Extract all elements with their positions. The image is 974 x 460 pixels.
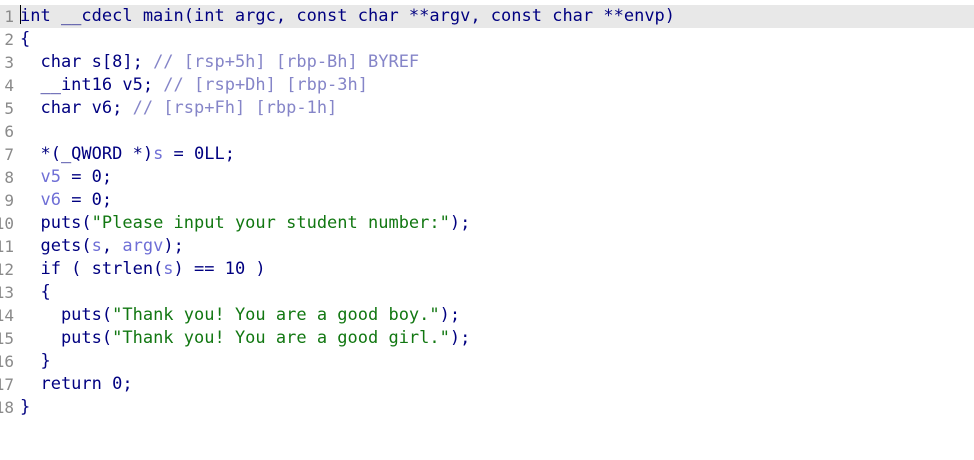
line-number: 15 [0,329,14,348]
code-token-var: v6 [40,190,61,210]
code-token-kw: puts( [20,305,113,325]
code-token-var: v5 [40,167,61,187]
code-text: if ( strlen(s) == 10 ) [20,258,266,281]
code-token-str: "Thank you! You are a good girl." [112,328,450,348]
line-number: 8 [4,168,14,187]
code-line[interactable]: 3 char s[8]; // [rsp+5h] [rbp-Bh] BYREF [0,51,974,74]
code-token-kw: ) == 10 ) [173,259,266,279]
line-number: 14 [0,306,14,325]
code-token-kw: puts( [20,328,113,348]
line-number: 5 [4,99,14,118]
code-text: { [20,281,51,304]
code-token-kw: puts( [20,213,92,233]
code-token-str: "Please input your student number:" [91,213,450,233]
code-token-kw: __int16 v5; [20,75,164,95]
code-text: { [20,28,30,51]
code-token-cm: // [rsp+5h] [rbp-Bh] BYREF [153,52,420,72]
code-token-kw: = 0LL; [163,144,235,164]
code-token-str: "Thank you! You are a good boy." [112,305,440,325]
code-token-var: s [153,144,164,164]
code-text: } [20,396,30,419]
code-token-kw: } [20,397,31,417]
code-line[interactable]: 4 __int16 v5; // [rsp+Dh] [rbp-3h] [0,74,974,97]
code-line[interactable]: 10 puts("Please input your student numbe… [0,212,974,235]
code-token-kw [20,167,40,187]
line-number: 11 [0,237,14,256]
code-line[interactable]: 15 puts("Thank you! You are a good girl.… [0,327,974,350]
pseudocode-editor[interactable]: 1 int __cdecl main(int argc, const char *… [0,0,974,460]
code-text: puts("Please input your student number:"… [20,212,470,235]
code-token-kw: if ( strlen( [20,259,164,279]
code-token-kw: return 0; [20,374,133,394]
code-line[interactable]: 5 char v6; // [rsp+Fh] [rbp-1h] [0,97,974,120]
code-token-kw: ); [449,328,471,348]
line-number: 13 [0,283,14,302]
code-text: v6 = 0; [20,189,112,212]
code-token-kw: gets( [20,236,92,256]
code-token-kw: *(_QWORD *) [20,144,154,164]
code-line[interactable]: 12 if ( strlen(s) == 10 ) [0,258,974,281]
code-token-kw: { [20,29,31,49]
code-text: puts("Thank you! You are a good boy."); [20,304,460,327]
line-number: 16 [0,352,14,371]
code-line[interactable]: 9 v6 = 0; [0,189,974,212]
code-line[interactable]: 18} [0,396,974,419]
line-number: 2 [4,30,14,49]
code-token-kw: = 0; [60,167,113,187]
code-token-kw: ); [449,213,471,233]
code-text: return 0; [20,373,133,396]
code-line[interactable]: 7 *(_QWORD *)s = 0LL; [0,143,974,166]
code-token-var: argv [122,236,164,256]
line-number: 3 [4,53,14,72]
code-line[interactable]: 13 { [0,281,974,304]
line-number: 17 [0,375,14,394]
code-text: v5 = 0; [20,166,112,189]
code-text: char v6; // [rsp+Fh] [rbp-1h] [20,97,337,120]
code-token-cm: // [rsp+Dh] [rbp-3h] [163,75,368,95]
code-line[interactable]: 14 puts("Thank you! You are a good boy."… [0,304,974,327]
code-text: char s[8]; // [rsp+5h] [rbp-Bh] BYREF [20,51,419,74]
line-number: 10 [0,214,14,233]
code-text: gets(s, argv); [20,235,184,258]
code-token-kw: ); [163,236,184,256]
code-token-var: s [91,236,102,256]
code-text: } [20,350,51,373]
code-token-kw: char s[8]; [20,52,154,72]
code-line[interactable]: 16 } [0,350,974,373]
code-token-kw: , [101,236,123,256]
code-line[interactable]: 17 return 0; [0,373,974,396]
code-token-cm: // [rsp+Fh] [rbp-1h] [132,98,338,118]
line-number: 9 [4,191,14,210]
code-line[interactable]: 2{ [0,28,974,51]
line-number: 12 [0,260,14,279]
code-text: puts("Thank you! You are a good girl."); [20,327,470,350]
line-number: 6 [4,122,14,141]
line-number: 7 [4,145,14,164]
code-token-kw: = 0; [60,190,113,210]
code-line[interactable]: 1 int __cdecl main(int argc, const char *… [0,5,974,28]
line-number: 4 [4,76,14,95]
code-line[interactable]: 11 gets(s, argv); [0,235,974,258]
code-token-kw: } [20,351,51,371]
code-token-kw: char v6; [20,98,133,118]
code-line[interactable]: 8 v5 = 0; [0,166,974,189]
code-token-kw [20,190,40,210]
line-number: 18 [0,398,14,417]
code-token-kw: { [20,282,51,302]
line-number: 1 [4,7,14,26]
code-token-kw: int __cdecl main(int argc, const char **… [20,6,676,26]
code-token-var: s [163,259,174,279]
code-line[interactable]: 6 [0,120,974,143]
code-token-kw: ); [439,305,461,325]
code-text: *(_QWORD *)s = 0LL; [20,143,235,166]
code-text: int __cdecl main(int argc, const char **… [20,5,675,28]
code-text: __int16 v5; // [rsp+Dh] [rbp-3h] [20,74,368,97]
